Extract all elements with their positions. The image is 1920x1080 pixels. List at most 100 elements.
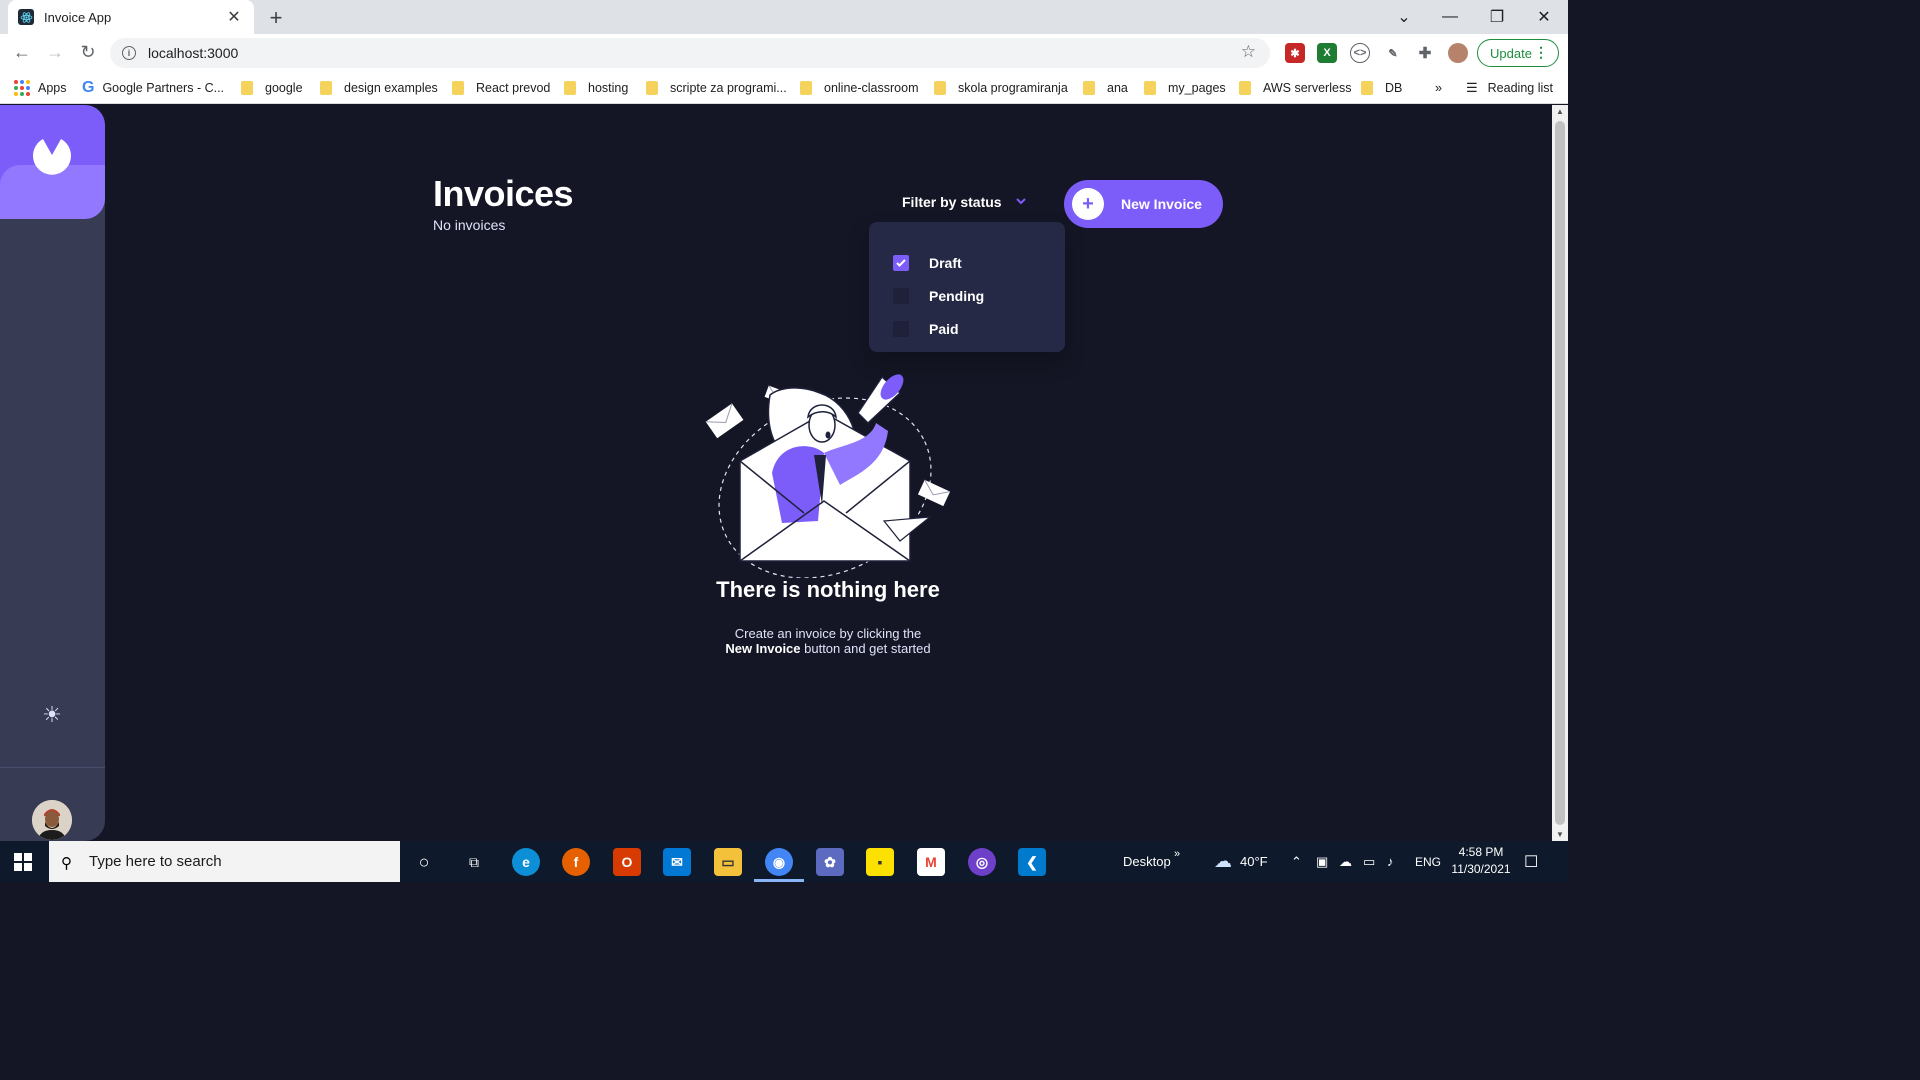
notifications-icon[interactable]: ☐ <box>1524 841 1538 882</box>
profile-avatar-icon[interactable] <box>1448 43 1468 63</box>
file-explorer-icon[interactable]: ▭ <box>714 848 742 876</box>
bookmark-apps[interactable]: Apps <box>14 78 67 98</box>
folder-icon <box>934 81 946 95</box>
edge-icon[interactable]: e <box>512 848 540 876</box>
google-icon: G <box>82 79 95 96</box>
site-info-icon[interactable]: i <box>122 46 136 60</box>
scroll-up-icon[interactable]: ▲ <box>1552 107 1568 116</box>
bookmark-folder-scripte[interactable]: scripte za programi... <box>646 78 787 98</box>
weather-widget[interactable]: ☁ 40°F <box>1214 841 1268 882</box>
bookmark-label: Apps <box>38 81 67 95</box>
bookmark-label: my_pages <box>1168 81 1226 95</box>
sticky-notes-icon[interactable]: ▪ <box>866 848 894 876</box>
system-clock[interactable]: 4:58 PM 11/30/2021 <box>1446 844 1516 878</box>
avatar[interactable] <box>32 800 72 840</box>
bookmark-google-partners[interactable]: G Google Partners - C... <box>82 78 224 98</box>
gmail-icon[interactable]: M <box>917 848 945 876</box>
bookmark-folder-ana[interactable]: ana <box>1083 78 1128 98</box>
bookmark-label: AWS serverless <box>1263 81 1352 95</box>
page-scrollbar[interactable]: ▲ ▼ <box>1552 105 1568 841</box>
forward-icon[interactable]: → <box>43 42 67 64</box>
page-title: Invoices <box>433 173 574 214</box>
bookmark-folder-hosting[interactable]: hosting <box>564 78 628 98</box>
folder-icon <box>1361 81 1373 95</box>
extension-devtools-icon[interactable]: <> <box>1350 43 1370 63</box>
tray-overflow-icon[interactable]: ⌃ <box>1291 841 1302 882</box>
react-favicon-icon <box>18 9 34 25</box>
task-view-icon[interactable]: ⧉ <box>460 848 488 876</box>
bookmark-folder-aws[interactable]: AWS serverless <box>1239 78 1351 98</box>
windows-start-icon[interactable] <box>14 853 32 871</box>
bookmarks-overflow-button[interactable]: » <box>1435 78 1442 98</box>
scrollbar-thumb[interactable] <box>1555 121 1565 825</box>
language-indicator[interactable]: ENG <box>1415 841 1441 882</box>
draft-checkbox[interactable] <box>893 254 909 271</box>
minimize-icon[interactable]: — <box>1436 0 1464 34</box>
bookmark-folder-my-pages[interactable]: my_pages <box>1144 78 1226 98</box>
paid-checkbox[interactable] <box>893 320 909 337</box>
plus-icon: + <box>1072 188 1104 220</box>
taskbar-search[interactable]: ⚲ Type here to search <box>49 841 400 882</box>
cloud-icon: ☁ <box>1214 851 1232 871</box>
vscode-icon[interactable]: ❮ <box>1018 848 1046 876</box>
reading-list-button[interactable]: ☰ Reading list <box>1466 78 1553 98</box>
office-icon[interactable]: O <box>613 848 641 876</box>
cortana-icon[interactable]: ○ <box>410 848 438 876</box>
update-button[interactable]: Update ⋮ <box>1477 39 1559 67</box>
filter-option-label: Draft <box>929 254 962 271</box>
meet-now-icon[interactable]: ▣ <box>1316 841 1328 882</box>
chrome-icon[interactable]: ◉ <box>765 848 793 876</box>
folder-icon <box>800 81 812 95</box>
mail-icon[interactable]: ✉ <box>663 848 691 876</box>
new-invoice-button[interactable]: + New Invoice <box>1064 180 1223 228</box>
new-tab-icon[interactable]: + <box>264 5 288 31</box>
weather-temp: 40°F <box>1240 854 1268 869</box>
folder-icon <box>241 81 253 95</box>
filter-option-paid[interactable]: Paid <box>893 312 1041 345</box>
menu-dots-icon[interactable]: ⋮ <box>1534 44 1548 61</box>
bookmark-star-icon[interactable]: ☆ <box>1241 42 1256 62</box>
bookmark-folder-google[interactable]: google <box>241 78 303 98</box>
tab-search-icon[interactable]: ⌄ <box>1390 0 1418 34</box>
github-icon[interactable]: ◎ <box>968 848 996 876</box>
status-filter-dropdown: Draft Pending Paid <box>869 222 1065 352</box>
folder-icon <box>646 81 658 95</box>
filter-by-status-button[interactable]: Filter by status <box>902 194 1026 210</box>
bookmark-label: online-classroom <box>824 81 919 95</box>
onedrive-icon[interactable]: ☁ <box>1339 841 1352 882</box>
toolbar-expand-icon[interactable]: » <box>1174 833 1180 874</box>
window-close-icon[interactable]: ✕ <box>1530 0 1558 34</box>
bookmark-folder-react-prevod[interactable]: React prevod <box>452 78 550 98</box>
empty-state-line2: button and get started <box>800 641 931 656</box>
reload-icon[interactable]: ↻ <box>76 42 100 64</box>
bookmark-folder-design-examples[interactable]: design examples <box>320 78 438 98</box>
sun-icon[interactable]: ☀ <box>40 702 64 727</box>
volume-icon[interactable]: ♪ <box>1387 841 1394 882</box>
extension-excel-icon[interactable]: X <box>1317 43 1337 63</box>
bookmark-label: React prevod <box>476 81 551 95</box>
paint-icon[interactable]: ✿ <box>816 848 844 876</box>
battery-icon[interactable]: ▭ <box>1363 841 1375 882</box>
firefox-icon[interactable]: f <box>562 848 590 876</box>
extensions-puzzle-icon[interactable]: ✚ <box>1415 43 1435 63</box>
restore-icon[interactable]: ❐ <box>1483 0 1511 34</box>
scroll-down-icon[interactable]: ▼ <box>1552 830 1568 839</box>
reading-list-icon: ☰ <box>1466 80 1478 95</box>
tab-close-icon[interactable]: ✕ <box>224 7 244 27</box>
extension-1-icon[interactable]: ✱ <box>1285 43 1305 63</box>
bookmark-folder-online-classroom[interactable]: online-classroom <box>800 78 918 98</box>
bookmarks-bar: Apps G Google Partners - C... google des… <box>0 72 1568 104</box>
filter-option-pending[interactable]: Pending <box>893 279 1041 312</box>
browser-tab[interactable]: Invoice App ✕ <box>8 0 254 34</box>
address-bar[interactable]: i localhost:3000 ☆ <box>110 38 1270 68</box>
desktop-toolbar[interactable]: Desktop <box>1123 841 1171 882</box>
bookmark-folder-db[interactable]: DB <box>1361 78 1402 98</box>
back-icon[interactable]: ← <box>10 42 34 64</box>
browser-tab-strip: Invoice App ✕ + ⌄ — ❐ ✕ <box>0 0 1568 34</box>
logo[interactable] <box>0 105 105 219</box>
extension-picker-icon[interactable]: ✎ <box>1383 43 1403 63</box>
bookmark-folder-skola[interactable]: skola programiranja <box>934 78 1068 98</box>
pending-checkbox[interactable] <box>893 287 909 304</box>
empty-state-title: There is nothing here <box>716 577 940 602</box>
filter-option-draft[interactable]: Draft <box>893 246 1041 279</box>
